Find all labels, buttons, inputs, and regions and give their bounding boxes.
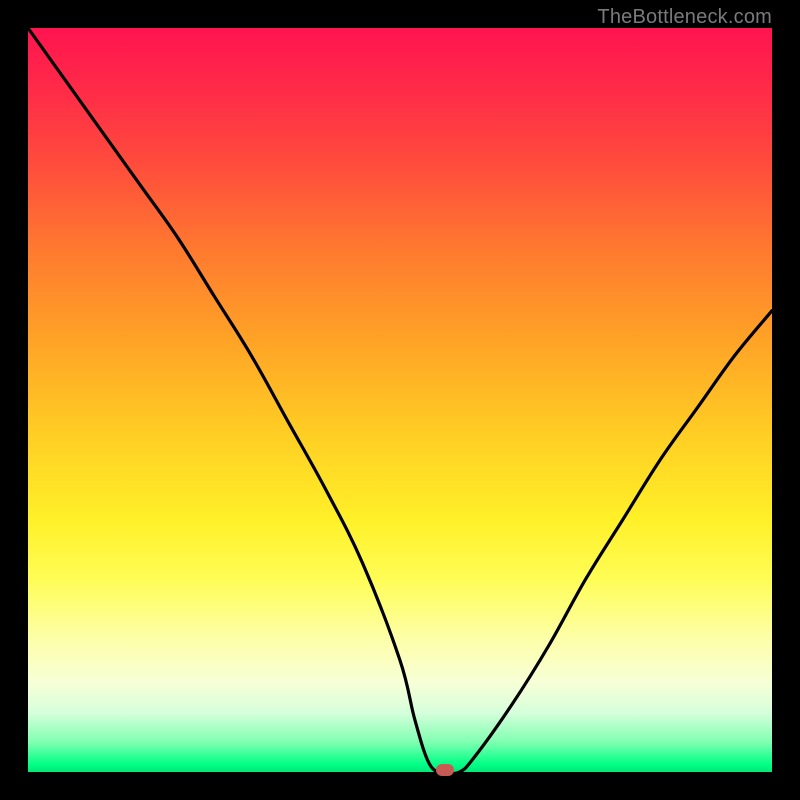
optimum-marker [436,764,454,776]
plot-area [28,28,772,772]
watermark-text: TheBottleneck.com [597,6,772,29]
bottleneck-curve [28,28,772,772]
chart-frame: TheBottleneck.com [0,0,800,800]
